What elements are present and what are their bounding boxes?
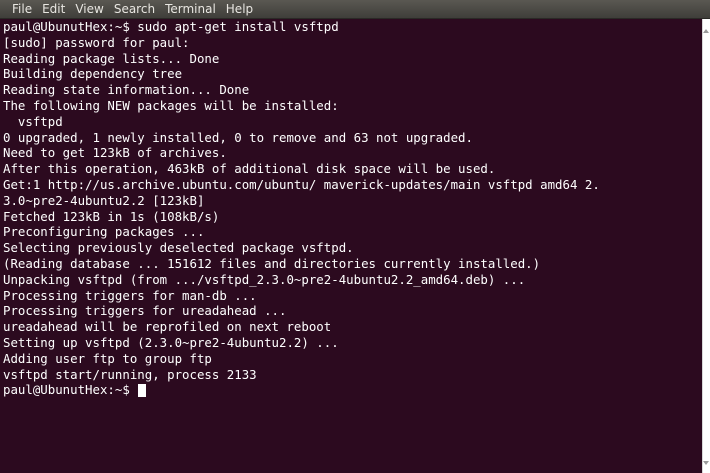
terminal-line: Preconfiguring packages ... [3,224,205,240]
terminal-line: vsftpd [3,113,63,129]
menu-file[interactable]: File [12,0,32,19]
terminal-line: [sudo] password for paul: [3,34,190,50]
terminal-line: After this operation, 463kB of additiona… [3,161,496,177]
terminal-line: Building dependency tree [3,66,183,82]
scroll-down-icon[interactable] [703,461,709,465]
menu-view[interactable]: View [75,0,103,19]
menu-terminal[interactable]: Terminal [165,0,216,19]
terminal-line: 0 upgraded, 1 newly installed, 0 to remo… [3,129,473,145]
shell-prompt: paul@UbunutHex:~$ [3,382,138,398]
menu-help[interactable]: Help [226,0,253,19]
terminal-line: Adding user ftp to group ftp [3,350,212,366]
terminal-line: vsftpd start/running, process 2133 [3,366,257,382]
terminal-line: Processing triggers for man-db ... [3,287,257,303]
terminal-line: 3.0~pre2-4ubuntu2.2 [123kB] [3,192,205,208]
terminal-line: Processing triggers for ureadahead ... [3,303,287,319]
terminal-line: Reading package lists... Done [3,50,220,66]
prompt-line[interactable]: paul@UbunutHex:~$ [3,382,702,398]
terminal-line: Fetched 123kB in 1s (108kB/s) [3,208,220,224]
text-cursor [138,383,147,397]
terminal-line: Unpacking vsftpd (from .../vsftpd_2.3.0~… [3,271,526,287]
terminal-line: Setting up vsftpd (2.3.0~pre2-4ubuntu2.2… [3,334,339,350]
menu-search[interactable]: Search [114,0,155,19]
terminal-line: The following NEW packages will be insta… [3,97,339,113]
terminal-output[interactable]: paul@UbunutHex:~$ sudo apt-get install v… [0,19,702,473]
terminal-line: Get:1 http://us.archive.ubuntu.com/ubunt… [3,176,600,192]
menu-bar: File Edit View Search Terminal Help [0,0,710,19]
terminal-line: paul@UbunutHex:~$ sudo apt-get install v… [3,19,339,34]
terminal-line: Selecting previously deselected package … [3,240,354,256]
terminal-line: ureadahead will be reprofiled on next re… [3,319,332,335]
scroll-up-icon[interactable] [703,29,709,33]
menu-edit[interactable]: Edit [42,0,65,19]
terminal-window: File Edit View Search Terminal Help paul… [0,0,710,473]
terminal-line: Reading state information... Done [3,82,250,98]
terminal-line: Need to get 123kB of archives. [3,145,227,161]
scrollbar[interactable] [702,19,710,473]
terminal-line: (Reading database ... 151612 files and d… [3,255,541,271]
